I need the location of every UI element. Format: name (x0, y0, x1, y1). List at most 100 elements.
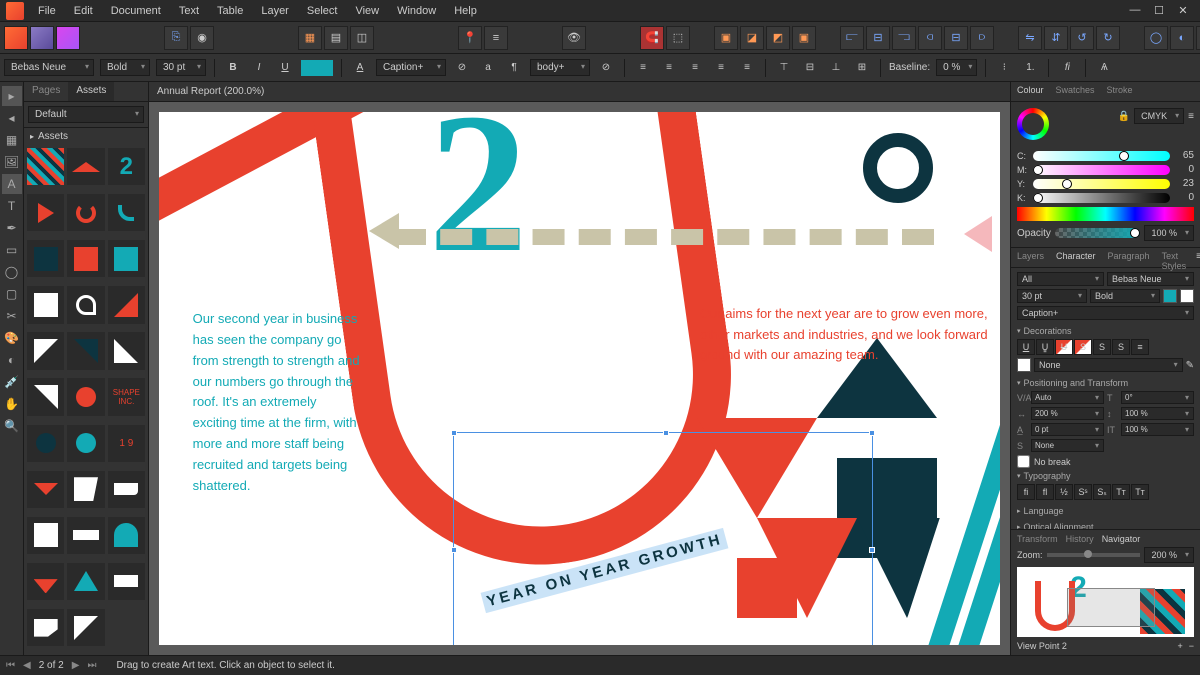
deco-underline-button[interactable]: U (1017, 339, 1035, 355)
menu-view[interactable]: View (347, 2, 387, 20)
menu-table[interactable]: Table (209, 2, 251, 20)
tab-assets[interactable]: Assets (68, 82, 114, 101)
asset-item[interactable]: SHAPE INC. (108, 378, 145, 415)
zoom-dropdown[interactable]: 200 % (1144, 547, 1194, 563)
font-family-dropdown[interactable]: Bebas Neue (4, 59, 94, 76)
pin-icon[interactable]: 📍 (458, 26, 482, 50)
frame-text-icon[interactable]: ▦ (298, 26, 322, 50)
deco-menu-button[interactable]: ≡ (1131, 339, 1149, 355)
ligature-button[interactable]: fi (1057, 58, 1077, 78)
underline-button[interactable]: U (275, 58, 295, 78)
bool-intersect-icon[interactable]: ◑ (1196, 26, 1200, 50)
colour-wells[interactable] (1017, 108, 1049, 140)
char-collection-dropdown[interactable]: All (1017, 272, 1104, 286)
cyan-slider[interactable] (1033, 151, 1170, 161)
art-arrow-dashes[interactable] (394, 229, 934, 245)
tab-paragraph[interactable]: Paragraph (1102, 248, 1156, 267)
char-bg-swatch[interactable] (1180, 289, 1194, 303)
shear-dropdown[interactable]: 0° (1121, 391, 1194, 404)
place-tool[interactable]: 🖼 (2, 152, 22, 172)
asset-item[interactable] (27, 517, 64, 554)
snap-icon[interactable]: ⬚ (666, 26, 690, 50)
typo-sup-button[interactable]: Sˢ (1074, 484, 1092, 500)
vector-crop-tool[interactable]: ✂ (2, 306, 22, 326)
body-text-right[interactable]: Our aims for the next year are to grow e… (700, 304, 1000, 366)
pen-tool[interactable]: ✒ (2, 218, 22, 238)
navigator-viewport[interactable] (1067, 588, 1156, 627)
tab-navigator[interactable]: Navigator (1102, 534, 1141, 544)
preview-icon[interactable]: ◉ (190, 26, 214, 50)
align-middle-icon[interactable]: ⊟ (944, 26, 968, 50)
asset-item[interactable] (27, 286, 64, 323)
typo-fi-button[interactable]: fi (1017, 484, 1035, 500)
deco-strike2-button[interactable]: S (1074, 339, 1092, 355)
opacity-slider[interactable] (1055, 228, 1141, 238)
arrange-backward-icon[interactable]: ◪ (740, 26, 764, 50)
baseline-grid-icon[interactable]: ≡ (484, 26, 508, 50)
align-right-text-button[interactable]: ≡ (685, 58, 705, 78)
canvas[interactable]: 2 Our second year in business (149, 102, 1010, 655)
asset-item[interactable] (108, 563, 145, 600)
asset-item[interactable]: 2 (108, 148, 145, 185)
fill-tool[interactable]: 🎨 (2, 328, 22, 348)
persona-publisher-icon[interactable] (4, 26, 28, 50)
char-style-dropdown[interactable]: Caption+ (1017, 306, 1194, 320)
asset-item[interactable] (108, 194, 145, 231)
asset-item[interactable] (108, 517, 145, 554)
tab-pages[interactable]: Pages (24, 82, 68, 101)
deco-sub-button[interactable]: S (1112, 339, 1130, 355)
char-family-dropdown[interactable]: Bebas Neue (1107, 272, 1194, 286)
italic-button[interactable]: I (249, 58, 269, 78)
para-style-pilcrow-button[interactable]: ¶ (504, 58, 524, 78)
lock-icon[interactable]: 🔒 (1118, 111, 1130, 122)
hscale-dropdown[interactable]: 200 % (1031, 407, 1104, 420)
char-size-dropdown[interactable]: 30 pt (1017, 289, 1087, 303)
asset-item[interactable] (67, 517, 104, 554)
asset-item[interactable] (108, 240, 145, 277)
menu-window[interactable]: Window (389, 2, 444, 20)
align-center-icon[interactable]: ⊟ (866, 26, 890, 50)
typo-half-button[interactable]: ½ (1055, 484, 1073, 500)
first-page-button[interactable]: ⏮ (6, 660, 15, 671)
zoom-tool[interactable]: 🔍 (2, 416, 22, 436)
black-slider[interactable] (1033, 193, 1170, 203)
move-tool[interactable]: ▸ (2, 86, 22, 106)
menu-text[interactable]: Text (171, 2, 207, 20)
asset-item[interactable] (27, 425, 64, 462)
transparency-tool[interactable]: ◐ (2, 350, 22, 370)
preflight-icon[interactable]: 👁 (562, 26, 586, 50)
viewpoint-add-button[interactable]: + (1177, 641, 1182, 651)
menu-help[interactable]: Help (446, 2, 485, 20)
last-page-button[interactable]: ⏭ (87, 660, 96, 671)
minimize-icon[interactable]: — (1128, 4, 1142, 17)
asset-item[interactable] (67, 148, 104, 185)
asset-item[interactable] (67, 286, 104, 323)
document-tab[interactable]: Annual Report (200.0%) (149, 82, 1010, 102)
asset-item[interactable] (67, 609, 104, 646)
tracking-dropdown[interactable]: Auto (1031, 391, 1104, 404)
show-flow-icon[interactable]: ◫ (350, 26, 374, 50)
char-weight-dropdown[interactable]: Bold (1090, 289, 1160, 303)
next-page-button[interactable]: ▶ (72, 660, 80, 671)
asset-item[interactable] (27, 148, 64, 185)
rectangle-tool[interactable]: ▭ (2, 240, 22, 260)
text-fill-swatch[interactable] (301, 60, 333, 76)
menu-layer[interactable]: Layer (253, 2, 297, 20)
kerning-dropdown[interactable]: None (1031, 439, 1104, 452)
typo-allcaps-button[interactable]: Tᴛ (1131, 484, 1149, 500)
valign-center-button[interactable]: ⊟ (800, 58, 820, 78)
flip-v-icon[interactable]: ⇵ (1044, 26, 1068, 50)
align-bottom-icon[interactable]: ⫐ (970, 26, 994, 50)
deco-edit-icon[interactable]: ✎ (1186, 360, 1194, 371)
magenta-slider[interactable] (1033, 165, 1170, 175)
asset-item[interactable] (108, 286, 145, 323)
art-arrow-head[interactable] (369, 213, 399, 249)
deco-super-button[interactable]: S (1093, 339, 1111, 355)
typo-fl-button[interactable]: fl (1036, 484, 1054, 500)
asset-item[interactable] (27, 609, 64, 646)
zoom-slider[interactable] (1047, 553, 1141, 557)
text-wrap-icon[interactable]: ▤ (324, 26, 348, 50)
tab-history[interactable]: History (1066, 534, 1094, 544)
asset-item[interactable] (27, 240, 64, 277)
valign-top-button[interactable]: ⊤ (774, 58, 794, 78)
